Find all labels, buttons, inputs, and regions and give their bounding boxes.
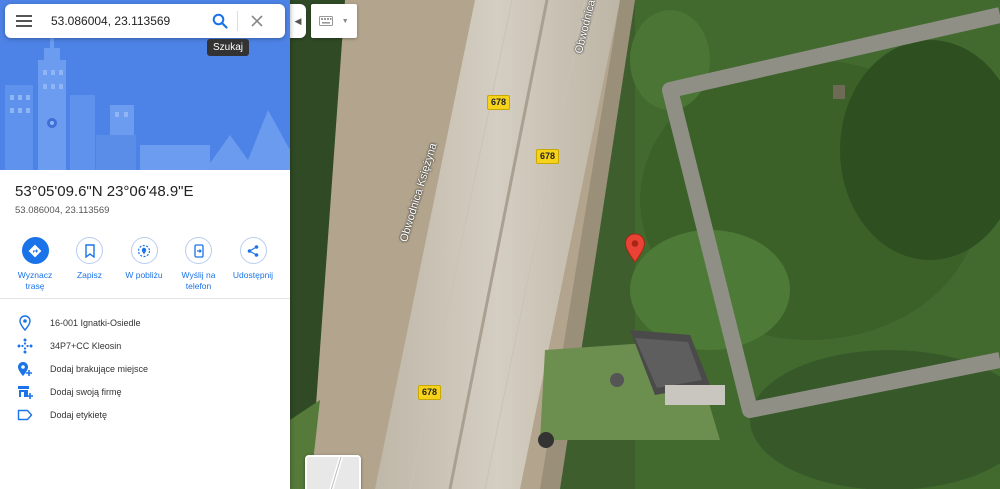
send-to-phone-button[interactable]: Wyślij na telefon [172, 237, 226, 292]
directions-icon [28, 244, 42, 257]
add-label-row[interactable]: Dodaj etykietę [0, 403, 290, 426]
caret-left-icon: ◀ [294, 15, 302, 26]
add-label-text: Dodaj etykietę [50, 409, 108, 420]
search-input[interactable] [43, 6, 203, 36]
close-icon [251, 15, 263, 27]
address-row[interactable]: 16-001 Ignatki-Osiedle [0, 311, 290, 334]
plus-code-icon [17, 338, 33, 354]
share-circle [239, 237, 267, 264]
add-business-row[interactable]: Dodaj swoją firmę [0, 380, 290, 403]
collapse-panel-button[interactable]: ◀ [290, 4, 306, 38]
address-text: 16-001 Ignatki-Osiedle [50, 317, 141, 328]
keyboard-toggle-button[interactable]: ▼ [311, 4, 357, 38]
search-tooltip: Szukaj [207, 39, 250, 56]
add-place-text: Dodaj brakujące miejsce [50, 363, 149, 374]
directions-circle [21, 237, 49, 264]
search-icon [212, 13, 228, 29]
action-bar: Wyznacz trasę Zapisz W pobliżu Wyślij na… [8, 237, 280, 292]
label-icon [17, 407, 33, 423]
search-button[interactable] [203, 4, 237, 38]
route-shield: 678 [487, 95, 511, 110]
action-label: Zapisz [76, 270, 103, 280]
satellite-map[interactable]: Obwodnica Księżyna Obwodnica Księżyna 67… [290, 0, 1000, 489]
plus-code-text: 34P7+CC Kleosin [50, 340, 122, 351]
action-label: Udostępnij [232, 270, 274, 280]
nearby-icon [137, 244, 151, 257]
share-button[interactable]: Udostępnij [226, 237, 280, 292]
save-button[interactable]: Zapisz [63, 237, 117, 292]
map-layer-switcher[interactable] [305, 455, 361, 489]
plus-code-row[interactable]: 34P7+CC Kleosin [0, 334, 290, 357]
keyboard-icon [319, 16, 334, 26]
send-to-phone-circle [185, 237, 212, 264]
save-circle [76, 237, 103, 264]
menu-button[interactable] [5, 4, 43, 38]
action-label: Wyślij na telefon [181, 270, 216, 291]
add-business-text: Dodaj swoją firmę [50, 386, 122, 397]
place-panel: Szukaj 53°05'09.6"N 23°06'48.9"E 53.0860… [0, 0, 290, 489]
place-title: 53°05'09.6"N 23°06'48.9"E [15, 183, 194, 200]
section-divider [0, 298, 290, 299]
route-shield: 678 [418, 385, 442, 400]
action-label: Wyznacz trasę [17, 270, 53, 291]
clear-search-button[interactable] [238, 4, 276, 38]
route-shield: 678 [536, 149, 560, 164]
action-label: W pobliżu [125, 270, 163, 280]
bookmark-icon [84, 243, 95, 258]
nearby-button[interactable]: W pobliżu [117, 237, 171, 292]
location-pin-icon [17, 314, 33, 331]
send-to-phone-icon [193, 243, 204, 258]
nearby-circle [130, 237, 158, 264]
search-box [5, 4, 285, 38]
add-business-icon [17, 384, 33, 400]
hamburger-menu-icon [16, 15, 32, 27]
map-thumbnail-icon [307, 457, 359, 489]
add-place-row[interactable]: Dodaj brakujące miejsce [0, 357, 290, 380]
dropdown-caret-icon: ▼ [341, 17, 349, 25]
place-info-list: 16-001 Ignatki-Osiedle 34P7+CC Kleosin D… [0, 311, 290, 426]
red-location-pin-icon[interactable] [624, 233, 646, 263]
place-subtitle: 53.086004, 23.113569 [15, 205, 110, 216]
add-place-icon [17, 361, 33, 377]
share-icon [247, 244, 259, 257]
directions-button[interactable]: Wyznacz trasę [8, 237, 62, 292]
